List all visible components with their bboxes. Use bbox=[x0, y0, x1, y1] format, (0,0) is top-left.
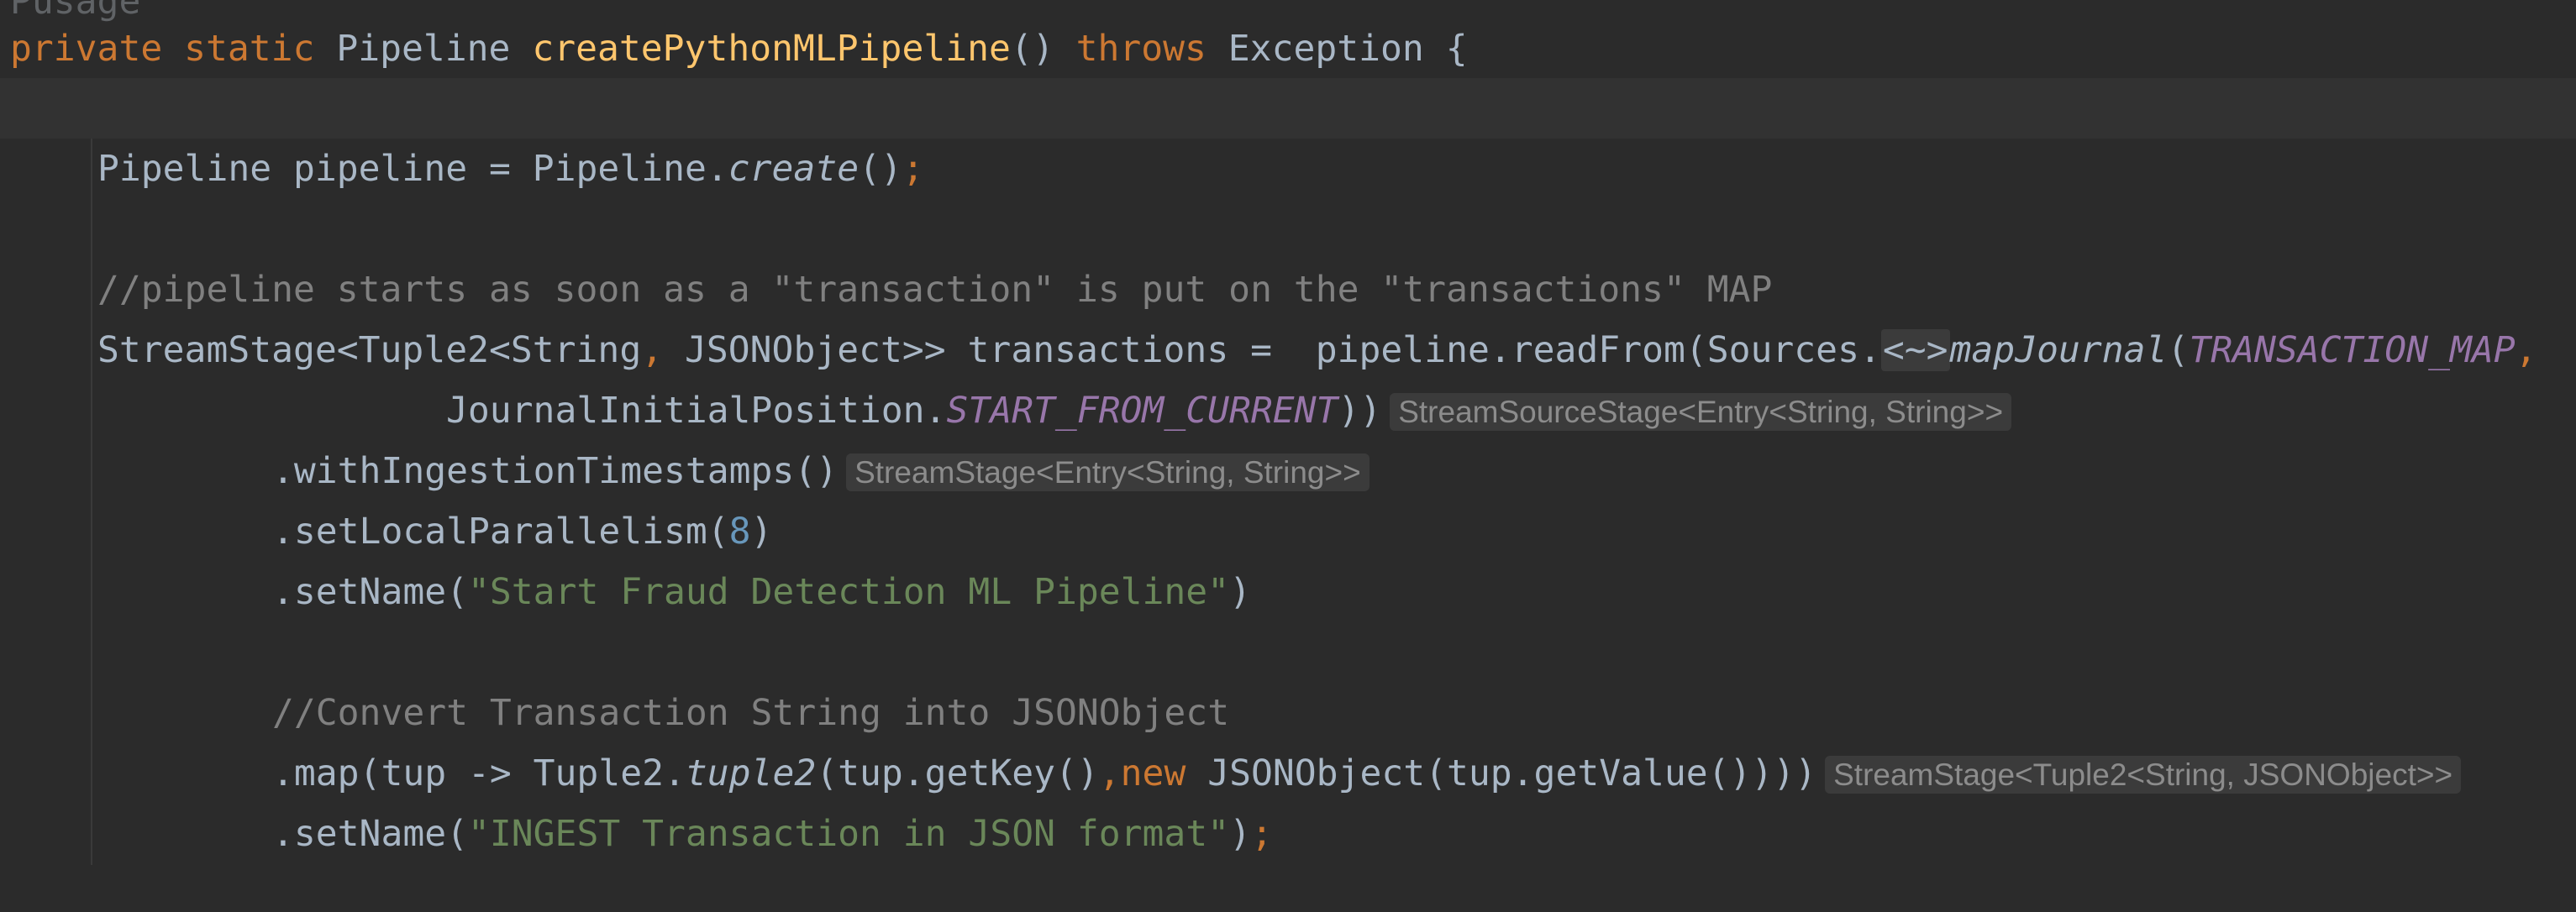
type-inlay-hint: StreamSourceStage<Entry<String, String>> bbox=[1390, 393, 2012, 431]
string-literal: "INGEST Transaction in JSON format" bbox=[468, 813, 1230, 855]
map-call-c: JSONObject(tup.getValue())) bbox=[1185, 752, 1795, 794]
semicolon: ; bbox=[1250, 813, 1273, 855]
create-call: create bbox=[728, 148, 860, 190]
method-parens: () bbox=[1010, 28, 1054, 70]
code-line-ingestion-timestamps[interactable]: .withIngestionTimestamps() StreamStage<En… bbox=[272, 441, 1369, 501]
open-paren: ( bbox=[2167, 329, 2190, 371]
comma: , bbox=[641, 329, 664, 371]
journal-initial-position: JournalInitialPosition. bbox=[446, 390, 947, 432]
comma: , bbox=[2515, 329, 2537, 371]
map-journal-call: mapJournal bbox=[1949, 329, 2168, 371]
current-line-highlight bbox=[0, 78, 2576, 139]
map-call-a: .map(tup -> Tuple2. bbox=[272, 752, 686, 794]
code-line-pipeline-create[interactable]: Pipeline pipeline = Pipeline.create(); bbox=[97, 139, 924, 199]
code-line-set-name-ingest[interactable]: .setName("INGEST Transaction in JSON for… bbox=[272, 804, 1273, 864]
close-paren: ) bbox=[1795, 752, 1817, 794]
set-local-parallelism-call: .setLocalParallelism( bbox=[272, 511, 729, 553]
start-from-current-constant: START_FROM_CURRENT bbox=[946, 390, 1338, 432]
keyword-throws: throws bbox=[1075, 28, 1207, 70]
close-parens: )) bbox=[1338, 390, 1382, 432]
code-comment-convert-transaction[interactable]: //Convert Transaction String into JSONOb… bbox=[272, 683, 1229, 743]
with-ingestion-timestamps-call: .withIngestionTimestamps() bbox=[272, 450, 839, 492]
indent-guide bbox=[91, 139, 92, 865]
comma: , bbox=[1098, 752, 1121, 794]
code-line-local-parallelism[interactable]: .setLocalParallelism(8) bbox=[272, 501, 772, 562]
map-call-b: (tup.getKey() bbox=[816, 752, 1099, 794]
open-brace: { bbox=[1445, 28, 1468, 70]
parallelism-number: 8 bbox=[728, 511, 751, 553]
close-paren: ) bbox=[750, 511, 773, 553]
transaction-map-constant: TRANSACTION_MAP bbox=[2189, 329, 2516, 371]
code-line-signature[interactable]: private static Pipeline createPythonMLPi… bbox=[10, 18, 1468, 79]
set-name-call: .setName( bbox=[272, 813, 468, 855]
exception-type: Exception bbox=[1228, 28, 1424, 70]
keyword-new: new bbox=[1120, 752, 1186, 794]
semicolon: ; bbox=[902, 148, 924, 190]
code-line-set-name-start[interactable]: .setName("Start Fraud Detection ML Pipel… bbox=[272, 562, 1251, 622]
pipeline-decl: Pipeline pipeline = Pipeline. bbox=[97, 148, 728, 190]
code-editor[interactable]: Pusage private static Pipeline createPyt… bbox=[0, 0, 2576, 912]
method-name: createPythonMLPipeline bbox=[532, 28, 1011, 70]
code-comment-pipeline-starts[interactable]: //pipeline starts as soon as a "transact… bbox=[97, 259, 1772, 320]
close-paren: ) bbox=[1229, 571, 1251, 613]
keyword-private: private bbox=[10, 28, 163, 70]
close-paren: ) bbox=[1229, 813, 1251, 855]
type-inlay-hint: StreamStage<Tuple2<String, JSONObject>> bbox=[1825, 756, 2462, 794]
set-name-call: .setName( bbox=[272, 571, 468, 613]
stream-decl-b: JSONObject>> transactions = pipeline.rea… bbox=[663, 329, 1881, 371]
code-line-stream-stage[interactable]: StreamStage<Tuple2<String, JSONObject>> … bbox=[97, 320, 2537, 380]
folded-generics-toggle[interactable]: <~> bbox=[1880, 329, 1950, 371]
type-inlay-hint: StreamStage<Entry<String, String>> bbox=[846, 453, 1369, 491]
code-line-map[interactable]: .map(tup -> Tuple2.tuple2(tup.getKey(),n… bbox=[272, 743, 2462, 804]
tuple2-call: tuple2 bbox=[685, 752, 817, 794]
keyword-static: static bbox=[184, 28, 315, 70]
code-line-initial-position[interactable]: JournalInitialPosition.START_FROM_CURREN… bbox=[446, 380, 2012, 441]
string-literal: "Start Fraud Detection ML Pipeline" bbox=[468, 571, 1230, 613]
return-type: Pipeline bbox=[336, 28, 511, 70]
create-parens: () bbox=[859, 148, 902, 190]
stream-decl-a: StreamStage<Tuple2<String bbox=[97, 329, 642, 371]
